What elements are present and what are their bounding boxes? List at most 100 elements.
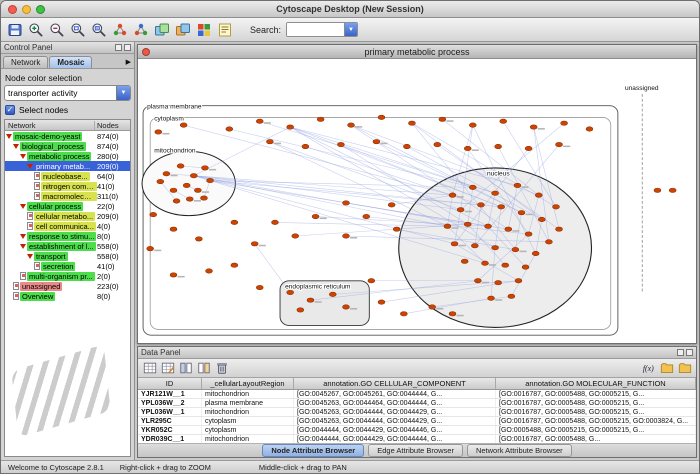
graph-node[interactable] [502,263,509,267]
graph-node[interactable] [378,300,385,304]
expand-arrow-icon[interactable] [20,234,26,239]
hide-selected-icon[interactable] [131,20,150,39]
graph-edge[interactable] [229,129,472,187]
graph-node[interactable] [469,123,476,127]
expand-arrow-icon[interactable] [13,144,19,149]
tree-row[interactable]: nitrogen compo...41(0) [5,181,130,191]
window-titlebar[interactable]: Cytoscape Desktop (New Session) [1,1,699,18]
graph-node[interactable] [170,273,177,277]
graph-node[interactable] [251,242,258,246]
graph-node[interactable] [669,188,676,192]
graph-node[interactable] [556,227,563,231]
show-all-icon[interactable] [110,20,129,39]
graph-node[interactable] [256,285,263,289]
graph-node[interactable] [408,121,415,125]
graph-node[interactable] [147,246,154,250]
import-network-icon[interactable] [173,20,192,39]
graph-node[interactable] [444,224,451,228]
graph-node[interactable] [272,220,279,224]
graph-node[interactable] [434,142,441,146]
tree-row[interactable]: mosaic-demo-yeast874(0) [5,131,130,141]
column-header-1[interactable]: _cellularLayoutRegion [202,378,294,389]
network-frame-titlebar[interactable]: primary metabolic process [138,45,696,59]
zoom-out-icon[interactable] [47,20,66,39]
graph-node[interactable] [186,197,193,201]
table-row[interactable]: YPL036W__2plasma membrane[GO:0045263, GO… [138,399,696,408]
search-input[interactable] [287,23,344,36]
table-row[interactable]: YPL036W__1mitochondrion[GO:0045263, GO:0… [138,408,696,417]
import-attributes-icon[interactable] [659,361,674,376]
graph-node[interactable] [195,237,202,241]
graph-node[interactable] [535,193,542,197]
zoom-button[interactable] [36,5,45,14]
graph-node[interactable] [508,294,515,298]
tab-edge-attribute-browser[interactable]: Edge Attribute Browser [368,444,463,457]
graph-node[interactable] [231,263,238,267]
graph-node[interactable] [586,127,593,131]
tree-row[interactable]: secretion41(0) [5,261,130,271]
graph-node[interactable] [231,220,238,224]
function-builder-icon[interactable]: f(x) [641,361,656,376]
tab-network[interactable]: Network [3,56,48,68]
graph-node[interactable] [312,214,319,218]
table-row[interactable]: YDR039C__1mitochondrion[GO:0044444, GO:0… [138,435,696,443]
match-attribute-icon[interactable] [196,361,211,376]
graph-node[interactable] [378,115,385,119]
tree-row[interactable]: multi-organism pr...2(0) [5,271,130,281]
table-row[interactable]: YJR121W__1mitochondrion[GO:0045267, GO:0… [138,390,696,399]
tree-row[interactable]: nucleobase...64(0) [5,171,130,181]
float-panel-icon[interactable] [677,349,684,356]
graph-node[interactable] [373,139,380,143]
chevron-right-icon[interactable]: ▶ [125,58,132,68]
data-panel-header[interactable]: Data Panel [138,347,696,359]
select-nodes-checkbox[interactable]: ✓ [5,105,15,115]
graph-node[interactable] [545,240,552,244]
graph-node[interactable] [287,125,294,129]
tree-row[interactable]: biological_process874(0) [5,141,130,151]
graph-node[interactable] [403,144,410,148]
graph-node[interactable] [266,139,273,143]
node-color-select[interactable]: transporter activity ▼ [4,85,131,101]
graph-node[interactable] [163,172,170,176]
tree-column-nodes[interactable]: Nodes [95,121,130,130]
expand-arrow-icon[interactable] [20,244,26,249]
graph-node[interactable] [180,123,187,127]
network-canvas[interactable]: plasma membranecytoplasmmitochondrionnuc… [138,59,696,343]
graph-node[interactable] [190,173,197,177]
graph-node[interactable] [337,142,344,146]
graph-node[interactable] [170,227,177,231]
graph-node[interactable] [515,279,522,283]
graph-node[interactable] [302,144,309,148]
graph-node[interactable] [495,144,502,148]
zoom-fit-icon[interactable] [89,20,108,39]
graph-node[interactable] [173,199,180,203]
graph-node[interactable] [492,191,499,195]
tree-row[interactable]: cell communica...4(0) [5,221,130,231]
vizmapper-icon[interactable] [194,20,213,39]
annotation-icon[interactable] [215,20,234,39]
graph-node[interactable] [553,205,560,209]
tree-row[interactable]: macromolecule...311(0) [5,191,130,201]
graph-node[interactable] [556,142,563,146]
graph-node[interactable] [451,242,458,246]
save-session-icon[interactable] [5,20,24,39]
graph-node[interactable] [505,227,512,231]
select-attributes-icon[interactable] [142,361,157,376]
graph-node[interactable] [469,185,476,189]
graph-node[interactable] [292,234,299,238]
close-button[interactable] [8,5,17,14]
graph-node[interactable] [206,269,213,273]
new-attribute-icon[interactable] [178,361,193,376]
graph-node[interactable] [518,210,525,214]
control-panel-header[interactable]: Control Panel [1,42,134,54]
graph-node[interactable] [155,130,162,134]
tree-row[interactable]: cellular process22(0) [5,201,130,211]
graph-node[interactable] [363,214,370,218]
graph-node[interactable] [654,188,661,192]
graph-node[interactable] [532,251,539,255]
graph-node[interactable] [530,125,537,129]
graph-node[interactable] [522,265,529,269]
tab-network-attribute-browser[interactable]: Network Attribute Browser [467,444,572,457]
table-row[interactable]: YKR052Ccytoplasm[GO:0044444, GO:0044429,… [138,426,696,435]
zoom-selected-region-icon[interactable] [68,20,87,39]
